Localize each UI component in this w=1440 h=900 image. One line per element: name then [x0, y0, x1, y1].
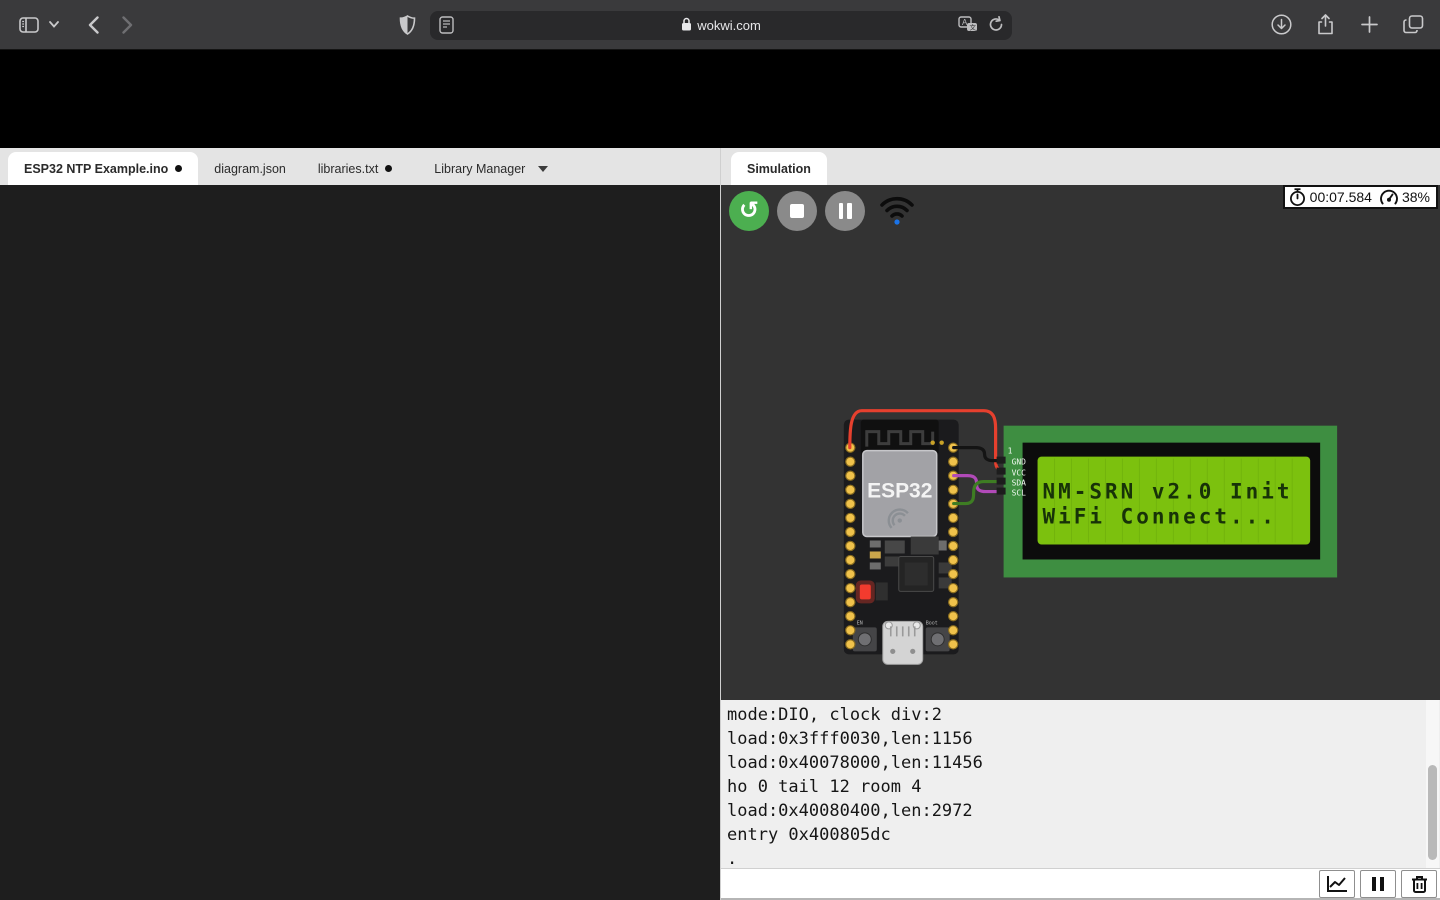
tab-label: ESP32 NTP Example.ino [24, 161, 169, 176]
serial-scrollbar-thumb[interactable] [1428, 765, 1437, 860]
editor-pane: ESP32 NTP Example.ino diagram.json libra… [0, 148, 720, 900]
serial-pause-button[interactable] [1360, 869, 1396, 898]
reader-icon[interactable] [439, 16, 454, 37]
serial-line: ho 0 tail 12 room 4 [727, 777, 922, 797]
serial-monitor[interactable]: mode:DIO, clock div:2 load:0x3fff0030,le… [721, 700, 1440, 868]
privacy-shield-icon[interactable] [392, 10, 422, 40]
serial-toolbar [721, 868, 1440, 900]
chevron-down-icon[interactable] [44, 10, 64, 40]
serial-clear-button[interactable] [1401, 869, 1437, 898]
serial-scrollbar[interactable] [1426, 700, 1439, 868]
sim-time: 00:07.584 [1309, 189, 1372, 205]
translate-icon[interactable]: A文 [958, 16, 978, 36]
tab-simulation[interactable]: Simulation [731, 152, 827, 185]
browser-toolbar: wokwi.com A文 [0, 0, 1440, 50]
lcd-pin-sda-label: SDA [1012, 479, 1027, 488]
simulation-canvas[interactable]: ESP32 EN Boot NM-SRN v2.0 Init WiFi Conn… [721, 185, 1440, 700]
tab-label: Library Manager [434, 161, 526, 176]
modified-dot-icon [385, 165, 393, 172]
lcd-pin-gnd-label: GND [1012, 458, 1027, 467]
back-icon[interactable] [78, 10, 108, 40]
tab-label: diagram.json [214, 161, 286, 176]
new-tab-icon[interactable] [1354, 10, 1384, 40]
tab-label: libraries.txt [317, 161, 379, 176]
serial-line: mode:DIO, clock div:2 [727, 705, 942, 725]
reload-icon[interactable] [988, 15, 1004, 36]
lcd-line-1: NM-SRN v2.0 Init [1043, 480, 1293, 504]
page-top-gap [0, 50, 1440, 148]
editor-tabbar: ESP32 NTP Example.ino diagram.json libra… [0, 148, 720, 185]
lock-icon [681, 17, 692, 34]
restart-button[interactable]: ↺ [729, 191, 769, 231]
dropdown-caret-icon [538, 165, 549, 172]
downloads-icon[interactable] [1266, 10, 1296, 40]
simulation-stats: 00:07.584 38% [1282, 185, 1438, 209]
restart-icon: ↺ [738, 196, 760, 224]
esp32-board[interactable]: ESP32 EN Boot [843, 419, 959, 665]
share-icon[interactable] [1310, 10, 1340, 40]
svg-text:文: 文 [970, 23, 977, 32]
tab-diagram-json[interactable]: diagram.json [198, 152, 302, 185]
boot-button[interactable] [925, 627, 950, 652]
circuit-scene: ESP32 EN Boot NM-SRN v2.0 Init WiFi Conn… [843, 409, 1338, 665]
pause-icon [838, 203, 852, 219]
wifi-status-icon[interactable] [879, 193, 915, 230]
serial-line: load:0x40080400,len:2972 [727, 801, 973, 821]
tab-esp32-ntp-example[interactable]: ESP32 NTP Example.ino [8, 152, 199, 185]
serial-line: load:0x40078000,len:11456 [727, 753, 983, 773]
forward-icon[interactable] [112, 10, 142, 40]
url-text: wokwi.com [697, 18, 761, 33]
lcd-display[interactable]: NM-SRN v2.0 Init WiFi Connect... 1 GND V… [996, 425, 1338, 578]
serial-plotter-button[interactable] [1319, 869, 1355, 898]
cpu-load: 38% [1401, 189, 1430, 205]
modified-dot-icon [175, 165, 183, 172]
lcd-line-2: WiFi Connect... [1043, 505, 1277, 529]
usb-connector [882, 620, 924, 665]
stopwatch-icon [1289, 188, 1306, 206]
tab-library-manager[interactable]: Library Manager [418, 152, 564, 185]
serial-line: entry 0x400805dc [727, 825, 891, 845]
stop-button[interactable] [777, 191, 817, 231]
tab-label: Simulation [747, 161, 811, 176]
en-button-label: EN [857, 620, 863, 626]
lcd-pin-scl-label: SCL [1012, 489, 1027, 498]
address-bar[interactable]: wokwi.com A文 [430, 11, 1012, 40]
serial-line: load:0x3fff0030,len:1156 [727, 729, 973, 749]
gauge-icon [1380, 189, 1398, 206]
chart-icon [1327, 875, 1347, 892]
tab-libraries-txt[interactable]: libraries.txt [302, 152, 408, 185]
pause-button[interactable] [825, 191, 865, 231]
code-editor[interactable] [0, 185, 720, 900]
pause-icon [1372, 876, 1384, 891]
boot-button-label: Boot [926, 620, 938, 626]
simulation-pane: Simulation ESP32 EN Boot NM-SRN v2.0 Ini… [720, 148, 1440, 900]
serial-line: . [727, 849, 738, 868]
stop-icon [790, 204, 804, 218]
simulation-tabbar: Simulation [721, 148, 1440, 185]
tab-overview-icon[interactable] [1398, 10, 1428, 40]
simulation-controls: ↺ [729, 191, 915, 231]
trash-icon [1411, 875, 1427, 893]
power-led [859, 584, 871, 600]
lcd-pin1-label: 1 [1008, 447, 1013, 456]
sidebar-icon[interactable] [14, 10, 44, 40]
lcd-pin-vcc-label: VCC [1012, 469, 1027, 478]
esp32-chip-label: ESP32 [867, 480, 932, 503]
en-button[interactable] [852, 627, 877, 652]
